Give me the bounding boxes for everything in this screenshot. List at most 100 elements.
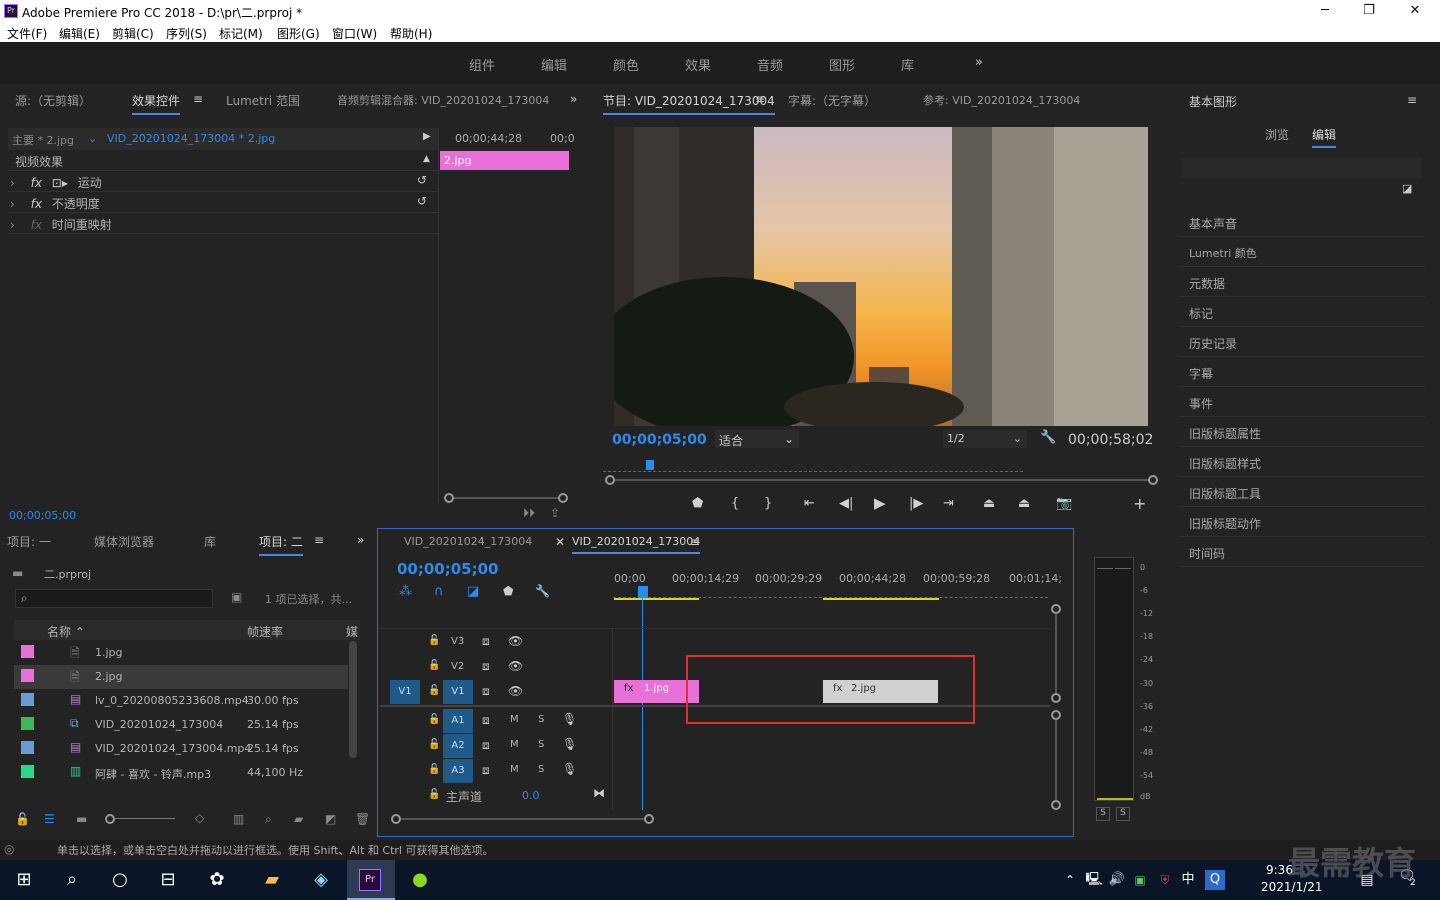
track-header-v2[interactable]: 🔓 V2 ⧈ 👁 <box>380 655 612 679</box>
label-color-swatch[interactable] <box>21 645 34 658</box>
more-workspaces-icon[interactable]: » <box>975 55 983 70</box>
sync-lock-icon[interactable]: ⧈ <box>482 659 490 674</box>
mute-button[interactable]: M <box>510 739 519 750</box>
menu-clip[interactable]: 剪辑(C) <box>112 25 154 42</box>
tab-sequence-2[interactable]: VID_20201024_173004 <box>572 535 701 554</box>
panel-link-legacy-title-tools[interactable]: 旧版标题工具 <box>1180 477 1425 507</box>
workspace-library[interactable]: 库 <box>901 55 914 74</box>
col-media[interactable]: 媒 <box>346 623 358 640</box>
eye-icon[interactable]: 👁 <box>508 684 523 698</box>
new-bin-icon[interactable]: ▣ <box>231 590 242 604</box>
microphone-icon[interactable]: 🎙 <box>562 712 577 726</box>
solo-button[interactable]: S <box>538 764 544 775</box>
workspace-assembly[interactable]: 组件 <box>469 55 495 74</box>
col-name[interactable]: 名称 ⌃ <box>47 623 85 640</box>
program-zoom-right[interactable] <box>1148 475 1158 485</box>
tab-program[interactable]: 节目: VID_20201024_173004 <box>603 92 775 115</box>
list-item[interactable]: ⧉ VID_20201024_173004 25.14 fps <box>14 713 348 737</box>
video-track-scrollbar[interactable] <box>1055 614 1057 694</box>
step-back-icon[interactable]: ◀| <box>839 496 853 511</box>
menu-edit[interactable]: 编辑(E) <box>59 25 100 42</box>
list-item[interactable]: 🗎 1.jpg <box>14 641 348 665</box>
timeline-timecode[interactable]: 00;00;05;00 <box>397 560 499 578</box>
go-to-in-icon[interactable]: ⇤ <box>804 496 815 511</box>
track-header-a2[interactable]: 🔓 A2 ⧈ M S 🎙 <box>380 734 612 758</box>
panel-link-legacy-title-actions[interactable]: 旧版标题动作 <box>1180 507 1425 537</box>
close-button[interactable]: ✕ <box>1404 3 1426 19</box>
track-target-a2[interactable]: A2 <box>443 734 473 758</box>
timeline-settings-wrench-icon[interactable]: 🔧 <box>535 584 550 598</box>
microphone-icon[interactable]: 🎙 <box>562 762 577 776</box>
eye-icon[interactable]: 👁 <box>508 659 523 673</box>
media-encoder-app-icon[interactable]: ● <box>408 868 432 892</box>
timeline-playhead-handle[interactable] <box>638 586 648 598</box>
solo-button[interactable]: S <box>538 714 544 725</box>
tab-effect-controls[interactable]: 效果控件 <box>132 92 181 115</box>
export-icon[interactable]: ⇪ <box>550 506 560 520</box>
master-clip-label[interactable]: 主要 * 2.jpg <box>12 132 74 148</box>
cortana-icon[interactable]: ○ <box>108 868 132 892</box>
lift-icon[interactable]: ⏏ <box>983 496 995 511</box>
tab-media-browser[interactable]: 媒体浏览器 <box>94 533 154 550</box>
play-icon[interactable]: ▶ <box>874 494 886 512</box>
windows-start-icon[interactable]: ⊞ <box>12 868 36 892</box>
mute-button[interactable]: M <box>510 764 519 775</box>
graphics-layer-area[interactable] <box>1181 157 1421 179</box>
chevron-right-icon[interactable]: › <box>10 218 15 232</box>
track-header-master[interactable]: 🔓 主声道 0.0 ⧓ <box>380 784 612 808</box>
extract-icon[interactable]: ⏏ <box>1018 496 1030 511</box>
meter-solo-left-button[interactable]: S <box>1096 807 1110 821</box>
panel-menu-icon[interactable]: ≡ <box>1407 93 1417 107</box>
track-header-v3[interactable]: 🔓 V3 ⧈ 👁 <box>380 630 612 654</box>
workspace-color[interactable]: 颜色 <box>613 55 639 74</box>
fit-dropdown[interactable]: 适合 ⌄ <box>715 430 799 448</box>
program-video-frame[interactable] <box>614 127 1148 426</box>
list-item[interactable]: ▤ VID_20201024_173004.mp4 25.14 fps <box>14 737 348 761</box>
audio-track-scrollbar[interactable] <box>1055 720 1057 800</box>
a-zoom-handle-bottom[interactable] <box>1051 800 1061 810</box>
tab-browse[interactable]: 浏览 <box>1265 126 1289 143</box>
more-tabs-icon[interactable]: » <box>357 533 364 547</box>
tab-edit[interactable]: 编辑 <box>1312 126 1337 148</box>
track-lock-icon[interactable]: 🔓 <box>428 789 440 800</box>
timeline-marker-icon[interactable]: ⬟ <box>503 584 513 598</box>
zoom-scrollbar[interactable] <box>454 497 558 499</box>
go-to-out-icon[interactable]: ⇥ <box>943 496 954 511</box>
program-timecode[interactable]: 00;00;05;00 <box>612 432 707 448</box>
timeline-ruler[interactable] <box>613 590 1048 598</box>
workspace-editing[interactable]: 编辑 <box>541 55 567 74</box>
maximize-button[interactable]: ❐ <box>1358 3 1380 19</box>
network-icon[interactable]: 🖳 <box>1082 868 1106 892</box>
master-volume-value[interactable]: 0.0 <box>522 789 540 802</box>
fx-icon[interactable]: fx <box>31 197 42 211</box>
task-view-icon[interactable]: ⊟ <box>156 868 180 892</box>
panel-link-markers[interactable]: 标记 <box>1180 297 1425 327</box>
panel-menu-icon[interactable]: ≡ <box>755 92 765 106</box>
qq-app-icon[interactable]: Q <box>1205 870 1225 890</box>
fx-icon[interactable]: fx <box>31 218 42 232</box>
microphone-icon[interactable]: 🎙 <box>562 737 577 751</box>
tab-sequence-1[interactable]: VID_20201024_173004 <box>404 535 532 548</box>
timeline-playhead-line[interactable] <box>642 598 643 810</box>
panel-menu-icon[interactable]: ≡ <box>193 92 203 106</box>
snap-magnet-icon[interactable]: ∩ <box>434 584 444 599</box>
minimize-button[interactable]: ─ <box>1314 3 1336 19</box>
panel-link-legacy-title-properties[interactable]: 旧版标题属性 <box>1180 417 1425 447</box>
chevron-down-icon[interactable]: ⌄ <box>88 132 97 145</box>
more-tabs-icon[interactable]: » <box>570 92 577 106</box>
source-patch-v1[interactable]: V1 <box>390 680 420 704</box>
timeline-h-scrollbar[interactable] <box>401 818 645 820</box>
program-mini-ruler[interactable] <box>603 466 1023 472</box>
panel-link-essential-sound[interactable]: 基本声音 <box>1180 207 1425 237</box>
transform-box-icon[interactable]: ⊡▸ <box>52 176 68 190</box>
fx-icon[interactable]: fx <box>31 176 42 190</box>
panel-link-captions[interactable]: 字幕 <box>1180 357 1425 387</box>
label-color-swatch[interactable] <box>21 669 34 682</box>
v-zoom-handle-bottom[interactable] <box>1051 693 1061 703</box>
h-zoom-handle-right[interactable] <box>644 814 654 824</box>
tab-project-two[interactable]: 项目: 二 <box>259 533 303 556</box>
workspace-graphics[interactable]: 图形 <box>829 55 855 74</box>
ime-indicator[interactable]: 中 <box>1176 868 1200 892</box>
eye-icon[interactable]: 👁 <box>508 634 523 648</box>
tab-reference[interactable]: 参考: VID_20201024_173004 <box>923 92 1080 108</box>
